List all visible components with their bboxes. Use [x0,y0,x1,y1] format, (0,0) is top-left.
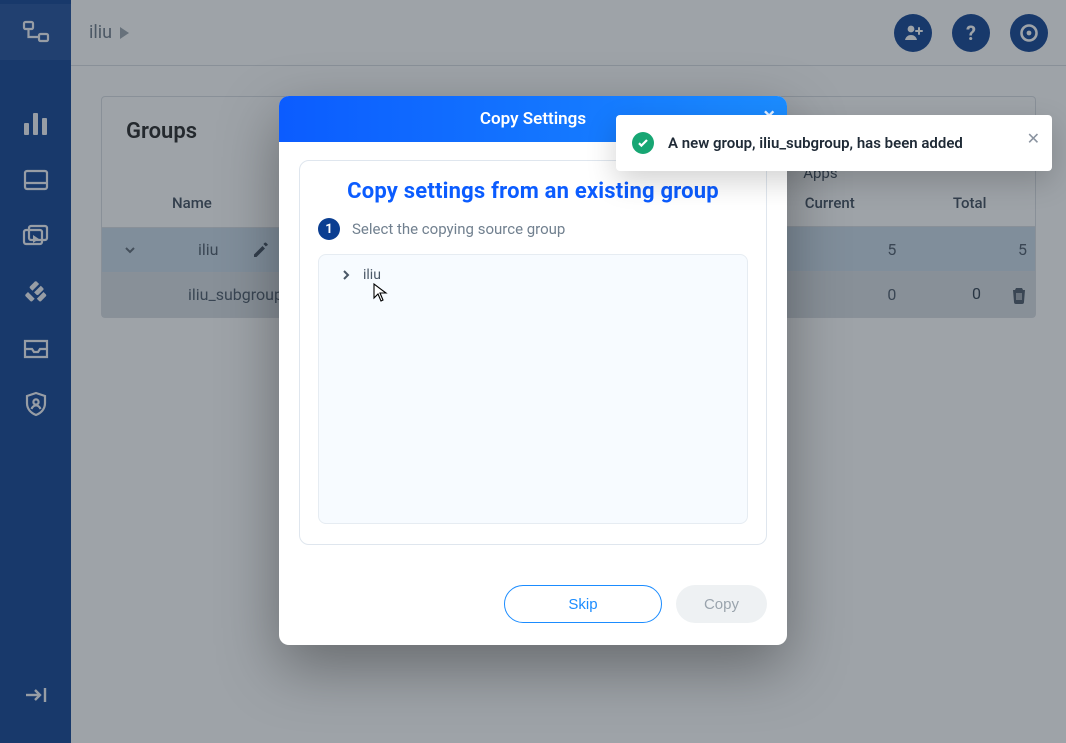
tree-item-label: iliu [363,267,381,283]
skip-button[interactable]: Skip [504,585,662,623]
close-icon[interactable]: ✕ [1027,129,1040,148]
tree-item[interactable]: iliu [331,265,741,285]
toast: A new group, iliu_subgroup, has been add… [616,115,1052,171]
source-group-tree: iliu [318,254,748,524]
copy-settings-modal: Copy Settings × Copy settings from an ex… [279,96,787,645]
copy-label: Copy [704,596,739,613]
toast-message: A new group, iliu_subgroup, has been add… [668,134,963,152]
modal-card: Copy settings from an existing group 1 S… [299,160,767,545]
chevron-right-icon[interactable] [339,268,353,282]
copy-button: Copy [676,585,767,623]
skip-label: Skip [568,596,597,613]
step-text: Select the copying source group [352,220,565,238]
modal-title: Copy Settings [480,109,586,129]
step-number-badge: 1 [318,218,340,240]
modal-heading: Copy settings from an existing group [318,179,748,204]
success-icon [632,132,654,154]
